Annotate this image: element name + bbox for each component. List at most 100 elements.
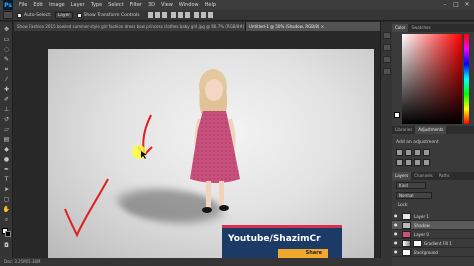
tools-panel: ✥ ▭ ◌ ✎ ⌗ ⁄ ✚ ✐ ⊥ ↺ ▱ ▤ ◆ ● ✒ T ➤ ▢ ✋ ⌕ … (0, 22, 13, 258)
history-panel-icon[interactable] (383, 32, 391, 39)
menu-select[interactable]: Select (108, 2, 123, 8)
type-tool-icon[interactable]: T (2, 176, 11, 184)
tab-adjustments[interactable]: Adjustments (415, 126, 447, 134)
foreground-swatch[interactable] (394, 112, 400, 118)
align-left-icon[interactable] (170, 12, 176, 18)
blur-tool-icon[interactable]: ◆ (2, 146, 11, 154)
close-button[interactable]: ✕ (462, 1, 472, 9)
color-balance-icon[interactable] (414, 159, 421, 166)
clone-stamp-icon[interactable]: ⊥ (2, 106, 11, 114)
layer-name: Background (414, 250, 438, 255)
distribute-3-icon[interactable] (207, 12, 213, 18)
visibility-icon[interactable]: ● (394, 214, 399, 218)
marquee-tool-icon[interactable]: ▭ (2, 36, 11, 44)
layer-filter-kind[interactable]: Kind (396, 182, 426, 189)
show-transform-checkbox[interactable] (76, 12, 82, 18)
show-transform-label: Show Transform Controls (83, 12, 140, 18)
visibility-icon[interactable]: ● (394, 241, 399, 245)
eraser-tool-icon[interactable]: ▱ (2, 126, 11, 134)
layer-row[interactable]: ● Gradient Fill 1 (392, 239, 474, 248)
tab-channels[interactable]: Channels (411, 172, 436, 180)
paragraph-panel-icon[interactable] (383, 68, 391, 75)
menu-edit[interactable]: Edit (33, 2, 43, 8)
menu-layer[interactable]: Layer (71, 2, 85, 8)
distribute-icon[interactable] (193, 12, 199, 18)
right-panels: Color Swatches Libraries Adjustments Add… (392, 22, 474, 266)
vibrance-icon[interactable] (396, 159, 403, 166)
menu-view[interactable]: View (161, 2, 173, 8)
auto-select-dropdown[interactable]: Layer (54, 11, 73, 19)
auto-select-checkbox[interactable] (17, 12, 22, 18)
layer-mask-thumbnail (413, 240, 422, 247)
menu-file[interactable]: File (19, 2, 27, 8)
document-tabs: Show Fashion 2015 bowled summer-style gi… (14, 22, 392, 31)
lasso-tool-icon[interactable]: ◌ (2, 46, 11, 54)
crop-tool-icon[interactable]: ⌗ (2, 66, 11, 74)
blend-mode-select[interactable]: Normal (396, 192, 432, 199)
gradient-tool-icon[interactable]: ▤ (2, 136, 11, 144)
menu-type[interactable]: Type (91, 2, 102, 8)
layers-panel-tabs: Layers Channels Paths (392, 172, 474, 180)
align-center-icon[interactable] (177, 12, 183, 18)
healing-brush-icon[interactable]: ✚ (2, 86, 11, 94)
menu-image[interactable]: Image (49, 2, 65, 8)
shape-tool-icon[interactable]: ▢ (2, 196, 11, 204)
levels-icon[interactable] (405, 149, 412, 156)
photoshop-window: Ps File Edit Image Layer Type Select Fil… (0, 0, 474, 266)
share-button[interactable]: Share (278, 249, 328, 258)
menu-window[interactable]: Window (179, 2, 199, 8)
hue-sat-icon[interactable] (405, 159, 412, 166)
align-middle-icon[interactable] (154, 12, 160, 18)
tab-fashion-jpg[interactable]: Show Fashion 2015 bowled summer-style gi… (14, 22, 246, 31)
layer-row[interactable]: ● Background (392, 248, 474, 257)
brush-tool-icon[interactable]: ✐ (2, 96, 11, 104)
layer-row[interactable]: ● Layer 0 (392, 230, 474, 239)
visibility-icon[interactable]: ● (394, 232, 399, 236)
hue-slider[interactable] (464, 34, 469, 124)
curves-icon[interactable] (414, 149, 421, 156)
tab-untitled-1[interactable]: Untitled-1 @ 50% (Shadow, RGB/8) × (246, 22, 386, 31)
adjust-panel-tabs: Libraries Adjustments (392, 126, 474, 134)
menu-help[interactable]: Help (205, 2, 216, 8)
layer-row[interactable]: ● Layer 1 (392, 212, 474, 221)
visibility-icon[interactable]: ● (394, 250, 399, 254)
bw-icon[interactable] (423, 159, 430, 166)
dodge-tool-icon[interactable]: ● (2, 156, 11, 164)
layer-thumbnail (402, 240, 411, 247)
exposure-icon[interactable] (423, 149, 430, 156)
eyedropper-icon[interactable]: ⁄ (2, 76, 11, 84)
menu-3d[interactable]: 3D (148, 2, 155, 8)
hand-tool-icon[interactable]: ✋ (2, 206, 11, 214)
layer-thumbnail (402, 222, 411, 229)
layer-thumbnail (402, 213, 411, 220)
color-picker-field[interactable] (402, 34, 462, 124)
tab-libraries[interactable]: Libraries (392, 126, 415, 134)
move-tool-icon[interactable] (3, 11, 13, 19)
tab-paths[interactable]: Paths (436, 172, 453, 180)
layer-row-selected[interactable]: ● Shadow (392, 221, 474, 230)
properties-panel-icon[interactable] (383, 44, 391, 51)
character-panel-icon[interactable] (383, 56, 391, 63)
align-right-icon[interactable] (184, 12, 190, 18)
document-workspace: Youtube/ShazimCr Share (14, 31, 392, 258)
path-select-icon[interactable]: ➤ (2, 186, 11, 194)
visibility-icon[interactable]: ● (394, 223, 399, 227)
align-top-icon[interactable] (147, 12, 153, 18)
maximize-button[interactable]: □ (451, 1, 461, 9)
tab-color[interactable]: Color (392, 24, 409, 32)
foreground-color-swatch[interactable] (2, 228, 11, 237)
tab-layers[interactable]: Layers (392, 172, 412, 180)
pen-tool-icon[interactable]: ✒ (2, 166, 11, 174)
zoom-tool-icon[interactable]: ⌕ (2, 216, 11, 224)
quick-mask-icon[interactable]: ◘ (2, 242, 11, 250)
quick-select-icon[interactable]: ✎ (2, 56, 11, 64)
minimize-button[interactable]: – (440, 1, 450, 9)
distribute-2-icon[interactable] (200, 12, 206, 18)
move-tool-icon[interactable]: ✥ (2, 26, 11, 34)
align-bottom-icon[interactable] (161, 12, 167, 18)
tab-swatches[interactable]: Swatches (408, 24, 433, 32)
menu-filter[interactable]: Filter (130, 2, 142, 8)
history-brush-icon[interactable]: ↺ (2, 116, 11, 124)
layer-name: Gradient Fill 1 (424, 241, 452, 246)
brightness-icon[interactable] (396, 149, 403, 156)
